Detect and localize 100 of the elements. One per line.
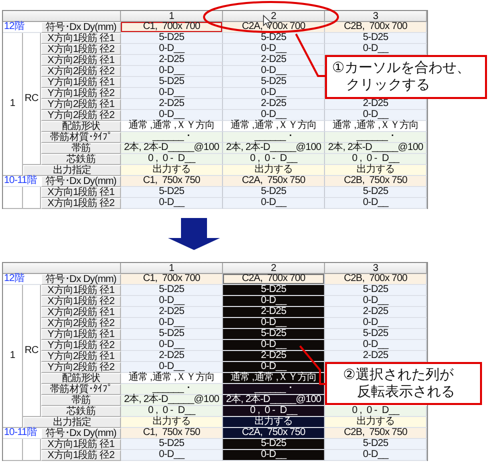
table-cell: C1, 700x 700 — [121, 274, 223, 285]
row-label: Y方向2段筋 径1 — [41, 351, 121, 362]
table-cell: 0-D__ — [223, 66, 325, 77]
table-cell: 2-D25 — [223, 307, 325, 318]
table-cell: C2A, 700x 700 — [223, 274, 325, 285]
table-cell: 2-D25 — [121, 351, 223, 362]
table-cell: 2本, 2本-D_____@100 — [121, 395, 223, 406]
table-cell: 通常 ,通常 ,ＸＹ方向 — [223, 121, 325, 132]
table-cell: ______ ･ — [223, 132, 325, 143]
callout-text: ①カーソルを合わせ、 — [332, 60, 471, 77]
table-cell: 2-D25 — [325, 307, 427, 318]
table-cell: 0-D__ — [325, 450, 427, 461]
table-cell: 0-D__ — [121, 198, 223, 209]
table-cell: 0-D__ — [223, 198, 325, 209]
table-cell: 0 , 0 - D__ — [325, 406, 427, 417]
table-cell: ______ ･ — [121, 132, 223, 143]
table-cell: 出力する — [121, 417, 223, 428]
table-cell: 5-D25 — [121, 329, 223, 340]
table-cell: 0-D__ — [325, 110, 427, 121]
table-cell: 0-D__ — [325, 318, 427, 329]
down-arrow-icon — [168, 218, 220, 250]
table-cell: 2-D25 — [121, 307, 223, 318]
table-cell: 0-D__ — [223, 318, 325, 329]
table-cell: 5-D25 — [223, 439, 325, 450]
table-cell: 5-D25 — [223, 285, 325, 296]
table-cell: 2-D25 — [325, 351, 427, 362]
table-cell: 5-D25 — [325, 439, 427, 450]
row-label: X方向1段筋 径2 — [41, 198, 121, 209]
row-label: 出力指定 — [23, 165, 121, 176]
table-cell: 出力する — [325, 417, 427, 428]
table-cell: C1, 700x 700 — [121, 22, 223, 33]
row-label: X方向1段筋 径2 — [41, 44, 121, 55]
table-cell: 5-D25 — [121, 33, 223, 44]
column-header[interactable]: 3 — [325, 263, 427, 274]
column-header[interactable]: 2 — [223, 263, 325, 274]
structure-type: RC — [23, 33, 41, 165]
table-cell: C2B, 700x 700 — [325, 274, 427, 285]
row-label: 芯鉄筋 — [41, 406, 121, 417]
table-cell: 0-D__ — [121, 88, 223, 99]
table-cell — [23, 439, 41, 461]
table-cell: 0-D__ — [325, 198, 427, 209]
table-cell: 5-D25 — [223, 33, 325, 44]
table-cell: 出力する — [121, 165, 223, 176]
table-cell: 通常 ,通常 ,ＸＹ方向 — [121, 373, 223, 384]
table-cell: 2-D25 — [223, 351, 325, 362]
table-cell: 0 , 0 - D__ — [223, 406, 325, 417]
row-label: X方向1段筋 径1 — [41, 439, 121, 450]
table-cell: 5-D25 — [121, 77, 223, 88]
table-cell: ______ ･ — [121, 384, 223, 395]
row-label: 帯筋 — [41, 143, 121, 154]
row-label: X方向1段筋 径2 — [41, 450, 121, 461]
row-label: 帯筋 — [41, 395, 121, 406]
table-cell: 2-D25 — [223, 55, 325, 66]
row-label: 配筋形状 — [41, 121, 121, 132]
callout-text: クリックする — [346, 77, 430, 94]
table-cell: 5-D25 — [223, 77, 325, 88]
floor-label: 12階 — [3, 274, 41, 285]
table-cell: C2B, 700x 700 — [325, 22, 427, 33]
row-label: 符号･Dx Dy(mm) — [41, 22, 121, 33]
table-cell: 0-D__ — [121, 110, 223, 121]
table-cell: C2A, 750x 750 — [223, 176, 325, 187]
row-label: Y方向1段筋 径1 — [41, 329, 121, 340]
table-cell: 5-D25 — [325, 329, 427, 340]
table-cell: 出力する — [223, 165, 325, 176]
table-cell: 0-D__ — [223, 110, 325, 121]
row-label: X方向2段筋 径2 — [41, 318, 121, 329]
table-cell: 0-D__ — [121, 450, 223, 461]
table-cell: C1, 750x 750 — [121, 176, 223, 187]
table-cell: 5-D25 — [223, 187, 325, 198]
table-cell: 出力する — [325, 165, 427, 176]
table-cell: 2本, 2本-D_____@100 — [223, 395, 325, 406]
floor-label: 10-11階 — [3, 176, 41, 187]
table-cell: 0-D__ — [121, 44, 223, 55]
table-cell: 0 , 0 - D__ — [325, 154, 427, 165]
column-header[interactable]: 2 — [223, 11, 325, 22]
table-cell: 5-D25 — [325, 33, 427, 44]
floor-label: 10-11階 — [3, 428, 41, 439]
table-cell: 通常 ,通常 ,ＸＹ方向 — [325, 121, 427, 132]
table-cell: 0-D__ — [121, 66, 223, 77]
table-cell: ______ ･ — [325, 132, 427, 143]
member-number: 1 — [3, 285, 23, 428]
table-cell: 0-D__ — [121, 318, 223, 329]
row-label: 芯鉄筋 — [41, 154, 121, 165]
table-cell: 0-D__ — [325, 340, 427, 351]
row-label: Y方向2段筋 径1 — [41, 99, 121, 110]
table-cell: 0-D__ — [121, 296, 223, 307]
table-cell: 2-D25 — [121, 55, 223, 66]
table-cell: 0-D__ — [325, 296, 427, 307]
column-header[interactable]: 3 — [325, 11, 427, 22]
table-cell: 5-D25 — [121, 439, 223, 450]
row-label: 出力指定 — [23, 417, 121, 428]
column-header[interactable]: 1 — [121, 11, 223, 22]
row-label: 帯筋材質･ﾀｲﾌﾟ — [41, 384, 121, 395]
table-cell: 2本, 2本-D_____@100 — [223, 143, 325, 154]
table-cell: 5-D25 — [121, 285, 223, 296]
column-header[interactable]: 1 — [121, 263, 223, 274]
table-cell: 0-D__ — [223, 296, 325, 307]
table-cell: 2-D25 — [325, 99, 427, 110]
row-label: 配筋形状 — [41, 373, 121, 384]
table-cell: C2B, 750x 750 — [325, 176, 427, 187]
